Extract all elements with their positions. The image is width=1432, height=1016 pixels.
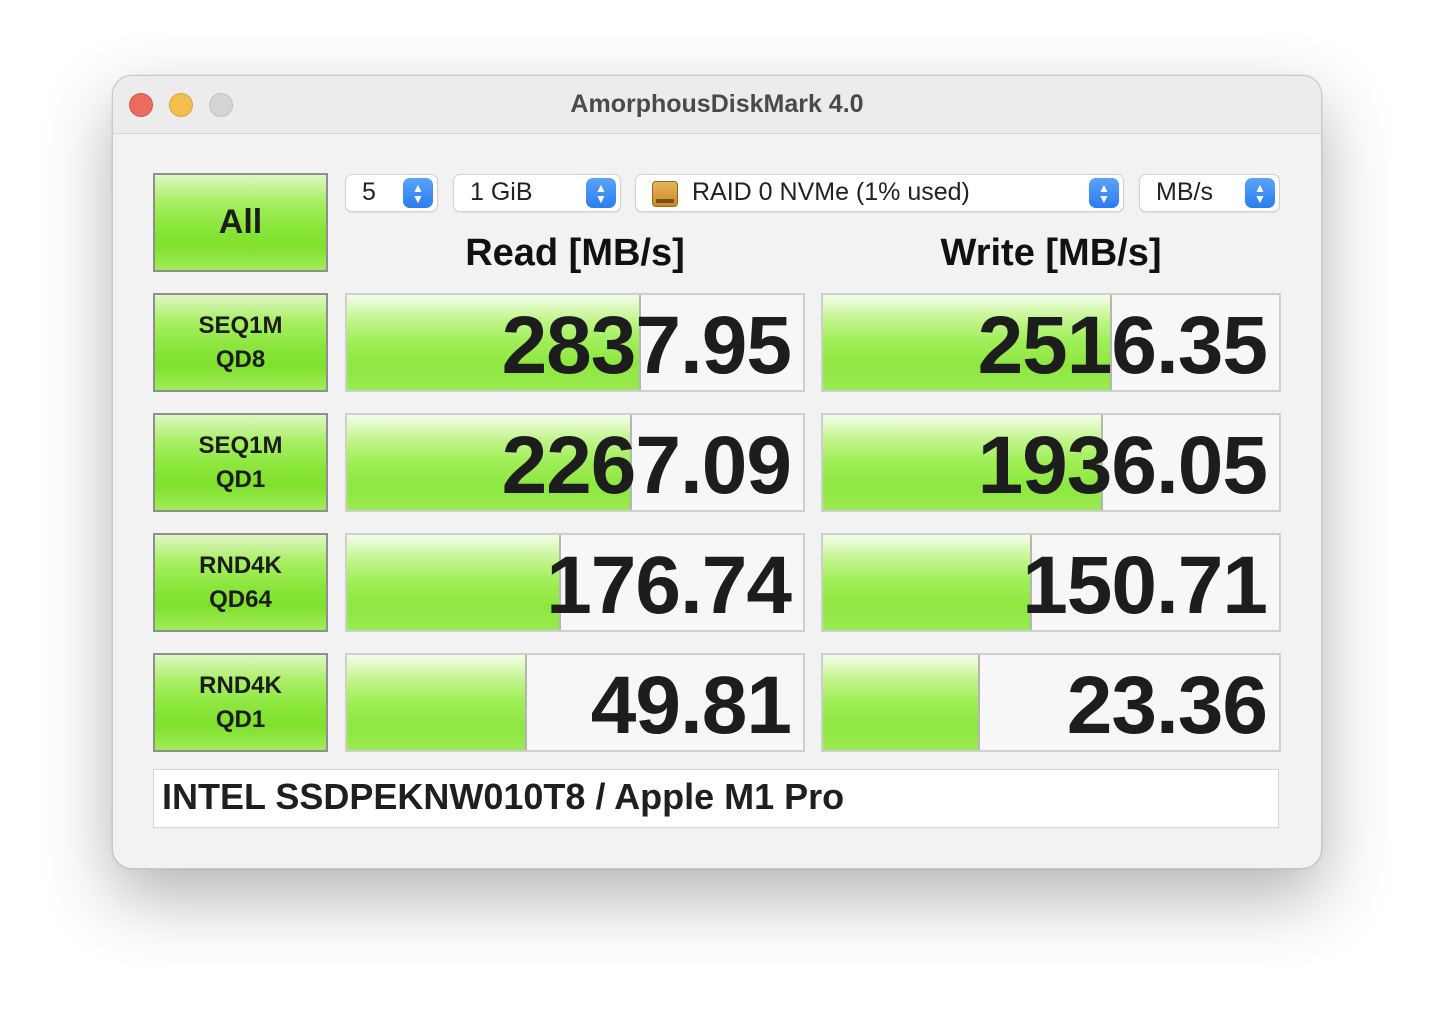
result-bar: [823, 535, 1033, 630]
all-button-label: All: [218, 203, 263, 241]
result-value: 1936.05: [977, 420, 1268, 511]
all-button[interactable]: All: [153, 173, 328, 272]
test-button-rnd4k-qd1[interactable]: RND4K QD1: [153, 653, 328, 752]
result-value: 23.36: [1066, 660, 1268, 751]
app-window: AmorphousDiskMark 4.0 All 5 ▲ ▼ 1 GiB ▲ ▼ …: [112, 75, 1322, 869]
drive-value: RAID 0 NVMe (1% used): [692, 178, 970, 206]
stepper-icon: ▲ ▼: [403, 178, 433, 208]
test-button-seq1m-qd8[interactable]: SEQ1M QD8: [153, 293, 328, 392]
unit-value: MB/s: [1156, 178, 1213, 206]
stepper-icon: ▲ ▼: [1245, 178, 1275, 208]
test-size-select[interactable]: 1 GiB ▲ ▼: [453, 174, 621, 212]
result-bar: [347, 655, 527, 750]
test-count-value: 5: [362, 178, 376, 206]
read-header: Read [MB/s]: [465, 232, 685, 274]
drive-select[interactable]: RAID 0 NVMe (1% used) ▲ ▼: [635, 174, 1124, 212]
test-count-select[interactable]: 5 ▲ ▼: [345, 174, 438, 212]
test-button-label: QD1: [215, 705, 266, 733]
test-button-label: QD8: [215, 345, 266, 373]
stepper-icon: ▲ ▼: [586, 178, 616, 208]
read-result: 176.74: [345, 533, 805, 632]
unit-select[interactable]: MB/s ▲ ▼: [1139, 174, 1280, 212]
test-size-value: 1 GiB: [470, 178, 533, 206]
read-result: 2837.95: [345, 293, 805, 392]
read-result: 2267.09: [345, 413, 805, 512]
test-button-rnd4k-qd64[interactable]: RND4K QD64: [153, 533, 328, 632]
write-result: 150.71: [821, 533, 1281, 632]
test-button-label: QD64: [209, 585, 272, 613]
test-button-label: QD1: [215, 465, 266, 493]
result-bar: [347, 535, 562, 630]
write-header: Write [MB/s]: [940, 232, 1162, 274]
result-value: 2267.09: [501, 420, 792, 511]
result-value: 2516.35: [977, 300, 1268, 391]
drive-icon: [652, 181, 678, 207]
write-result: 2516.35: [821, 293, 1281, 392]
result-bar: [823, 655, 981, 750]
write-result: 1936.05: [821, 413, 1281, 512]
stepper-icon: ▲ ▼: [1089, 178, 1119, 208]
result-value: 2837.95: [501, 300, 792, 391]
result-value: 150.71: [1022, 540, 1268, 631]
write-result: 23.36: [821, 653, 1281, 752]
comment-field[interactable]: INTEL SSDPEKNW010T8 / Apple M1 Pro: [153, 769, 1279, 828]
result-value: 49.81: [590, 660, 792, 751]
test-button-label: SEQ1M: [198, 431, 283, 459]
test-button-label: RND4K: [199, 551, 282, 579]
read-result: 49.81: [345, 653, 805, 752]
test-button-label: SEQ1M: [198, 311, 283, 339]
window-title: AmorphousDiskMark 4.0: [570, 90, 864, 118]
result-value: 176.74: [546, 540, 792, 631]
test-button-label: RND4K: [199, 671, 282, 699]
comment-text: INTEL SSDPEKNW010T8 / Apple M1 Pro: [162, 776, 845, 817]
test-button-seq1m-qd1[interactable]: SEQ1M QD1: [153, 413, 328, 512]
title-bar[interactable]: AmorphousDiskMark 4.0: [113, 76, 1321, 134]
